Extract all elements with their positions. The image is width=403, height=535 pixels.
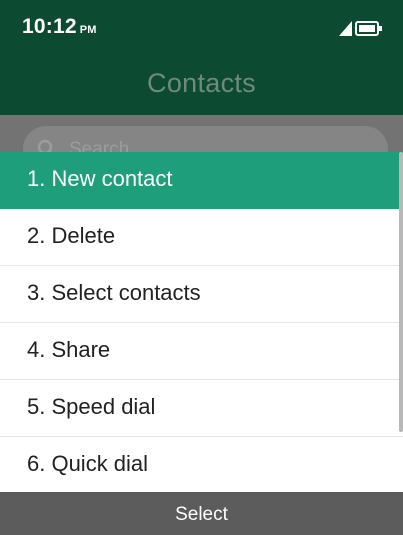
menu-item-select-contacts[interactable]: 3. Select contacts	[0, 266, 403, 323]
dimmed-background: Search	[0, 115, 403, 155]
menu-item-label: 2. Delete	[27, 223, 116, 248]
select-softkey[interactable]: Select	[0, 504, 403, 526]
signal-icon	[339, 21, 352, 36]
phone-screen: 10:12 PM Contacts Search 1. New contact 2…	[0, 0, 403, 535]
menu-item-label: 1. New contact	[27, 166, 173, 191]
search-input[interactable]: Search	[23, 126, 388, 155]
menu-item-label: 6. Quick dial	[27, 451, 149, 476]
menu-item-share[interactable]: 4. Share	[0, 323, 403, 380]
page-title: Contacts	[147, 68, 256, 98]
options-menu: 1. New contact 2. Delete 3. Select conta…	[0, 152, 403, 492]
menu-scrollbar[interactable]	[399, 152, 403, 432]
app-header: 10:12 PM Contacts	[0, 0, 403, 115]
softkey-bar: Select	[0, 492, 403, 535]
menu-item-speed-dial[interactable]: 5. Speed dial	[0, 380, 403, 437]
battery-icon	[355, 21, 382, 36]
menu-item-label: 4. Share	[27, 337, 111, 362]
menu-item-label: 5. Speed dial	[27, 394, 156, 419]
menu-item-quick-dial[interactable]: 6. Quick dial	[0, 437, 403, 492]
status-ampm: PM	[79, 24, 97, 36]
menu-item-label: 3. Select contacts	[27, 280, 201, 305]
menu-item-new-contact[interactable]: 1. New contact	[0, 152, 403, 209]
menu-item-delete[interactable]: 2. Delete	[0, 209, 403, 266]
status-time-value: 10:12	[22, 15, 77, 38]
status-time: 10:12 PM	[22, 15, 97, 39]
